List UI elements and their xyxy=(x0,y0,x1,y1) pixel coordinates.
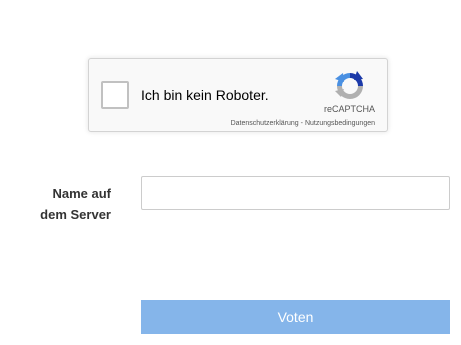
vote-page: Ich bin kein Roboter. reCAPTCHA Datensch… xyxy=(0,0,461,345)
recaptcha-brand: reCAPTCHA xyxy=(323,104,375,114)
terms-link[interactable]: Nutzungsbedingungen xyxy=(305,120,375,127)
recaptcha-widget: Ich bin kein Roboter. reCAPTCHA Datensch… xyxy=(88,58,388,132)
vote-button[interactable]: Voten xyxy=(141,300,450,334)
recaptcha-terms: Datenschutzerklärung - Nutzungsbedingung… xyxy=(231,120,375,127)
privacy-link[interactable]: Datenschutzerklärung xyxy=(231,120,299,127)
recaptcha-checkbox[interactable] xyxy=(101,81,129,109)
server-name-label: Name auf dem Server xyxy=(20,183,111,225)
server-name-input[interactable] xyxy=(141,176,450,210)
server-name-label-line2: dem Server xyxy=(40,207,111,222)
recaptcha-checkbox-label: Ich bin kein Roboter. xyxy=(141,87,269,103)
server-name-label-line1: Name auf xyxy=(52,186,111,201)
recaptcha-logo-icon xyxy=(335,71,363,99)
